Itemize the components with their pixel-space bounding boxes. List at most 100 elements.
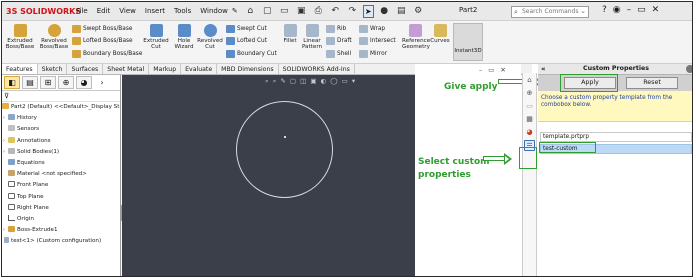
options-gear-icon[interactable]: ⚙ <box>412 5 425 18</box>
pane-options-icon[interactable] <box>686 65 692 73</box>
panel-expand-icon[interactable]: › <box>94 76 110 89</box>
hole-wizard-button[interactable]: Hole Wizard <box>172 24 196 50</box>
tab-surfaces[interactable]: Surfaces <box>67 64 104 74</box>
file-properties-icon[interactable]: ▤ <box>395 5 408 18</box>
expand-icon[interactable]: › <box>3 136 5 147</box>
rebuild-icon[interactable]: ● <box>378 5 391 18</box>
open-icon[interactable]: ▭ <box>278 5 291 18</box>
lofted-boss-button[interactable]: Lofted Boss/Base <box>72 37 133 45</box>
heads-up-view-toolbar[interactable]: ⌕ ⌕ ✎ ▢ ◫ ▣ ◐ ◯ ▭ ▾ <box>265 77 356 86</box>
file-explorer-icon[interactable]: ▭ <box>524 101 535 112</box>
configuration-manager-icon[interactable]: ⊞ <box>40 76 56 89</box>
tab-addins[interactable]: SOLIDWORKS Add-Ins <box>279 64 355 74</box>
linear-pattern-button[interactable]: Linear Pattern <box>301 24 323 50</box>
tree-item-annotations[interactable]: › Annotations <box>2 136 120 147</box>
tab-evaluate[interactable]: Evaluate <box>181 64 218 74</box>
print-icon[interactable]: ⎙ <box>312 5 325 18</box>
tree-root[interactable]: Part2 (Default) <<Default>_Display St <box>2 102 120 113</box>
tree-item-front-plane[interactable]: Front Plane <box>2 180 120 191</box>
new-document-icon[interactable]: ▢ <box>261 5 274 18</box>
resources-icon[interactable]: ⌂ <box>524 75 535 86</box>
expand-icon[interactable]: › <box>3 147 5 158</box>
fillet-button[interactable]: Fillet <box>280 24 300 44</box>
search-dropdown-icon[interactable]: ⌄ <box>580 6 586 16</box>
tree-item-solid-bodies[interactable]: › Solid Bodies(1) <box>2 147 120 158</box>
window-restore-icon[interactable]: ▭ <box>488 66 494 74</box>
custom-properties-panel: « Custom Properties Apply Reset Choose a… <box>538 64 692 276</box>
revolved-boss-button[interactable]: Revolved Boss/Base <box>38 24 70 50</box>
tab-mbd-dimensions[interactable]: MBD Dimensions <box>217 64 279 74</box>
reset-button[interactable]: Reset <box>626 77 678 89</box>
save-icon[interactable]: ▣ <box>295 5 308 18</box>
menu-edit[interactable]: Edit <box>97 7 111 15</box>
menu-tools[interactable]: Tools <box>174 7 191 15</box>
draft-button[interactable]: Draft <box>326 37 352 45</box>
window-minimize-icon[interactable]: – <box>479 66 482 74</box>
tab-sketch[interactable]: Sketch <box>38 64 68 74</box>
reference-geometry-button[interactable]: Reference Geometry <box>402 24 430 50</box>
help-icon[interactable]: ? <box>602 5 607 15</box>
sketch-circle[interactable] <box>236 101 333 198</box>
graphics-viewport[interactable]: ⌕ ⌕ ✎ ▢ ◫ ▣ ◐ ◯ ▭ ▾ <box>122 75 415 276</box>
user-icon[interactable]: ◉ <box>613 5 621 15</box>
swept-boss-button[interactable]: Swept Boss/Base <box>72 25 132 33</box>
equations-icon <box>8 158 15 165</box>
tree-item-boss-extrude1[interactable]: › Boss-Extrude1 <box>2 225 120 236</box>
menu-insert[interactable]: Insert <box>145 7 165 15</box>
tab-sheet-metal[interactable]: Sheet Metal <box>103 64 150 74</box>
tree-item-configuration[interactable]: test<1> (Custom configuration) <box>2 236 120 247</box>
lofted-cut-button[interactable]: Lofted Cut <box>226 37 267 45</box>
wrap-button[interactable]: Wrap <box>359 25 385 33</box>
tree-item-top-plane[interactable]: Top Plane <box>2 192 120 203</box>
shell-button[interactable]: Shell <box>326 50 351 58</box>
rib-button[interactable]: Rib <box>326 25 346 33</box>
undo-icon[interactable]: ↶ <box>329 5 342 18</box>
tree-item-origin[interactable]: Origin <box>2 214 120 225</box>
swept-cut-button[interactable]: Swept Cut <box>226 25 267 33</box>
display-manager-icon[interactable]: ◕ <box>76 76 92 89</box>
select-custom-arrow <box>483 153 513 165</box>
tree-item-sensors[interactable]: Sensors <box>2 124 120 135</box>
search-input[interactable]: Search Commands <box>522 8 578 15</box>
dimxpert-icon[interactable]: ⊕ <box>58 76 74 89</box>
extruded-cut-button[interactable]: Extruded Cut <box>141 24 171 50</box>
annotations-icon <box>8 136 15 143</box>
mirror-button[interactable]: Mirror <box>359 50 387 58</box>
curves-button[interactable]: Curves <box>430 24 450 44</box>
tree-item-material[interactable]: Material <not specified> <box>2 169 120 180</box>
tree-item-equations[interactable]: Equations <box>2 158 120 169</box>
instant3d-button[interactable]: Instant3D <box>453 23 483 61</box>
revolved-cut-button[interactable]: Revolved Cut <box>197 24 223 50</box>
tree-item-right-plane[interactable]: Right Plane <box>2 203 120 214</box>
minimize-icon[interactable]: – <box>627 5 632 15</box>
select-pointer-icon[interactable]: ➤ <box>362 4 374 18</box>
collapse-pane-icon[interactable]: « <box>541 64 546 74</box>
boundary-boss-button[interactable]: Boundary Boss/Base <box>72 50 142 58</box>
extruded-boss-button[interactable]: Extruded Boss/Base <box>4 24 36 50</box>
circle-center-point <box>284 136 286 138</box>
menu-view[interactable]: View <box>119 7 136 15</box>
window-close-icon[interactable]: ✕ <box>500 66 505 74</box>
expand-icon[interactable]: › <box>3 225 5 236</box>
tab-markup[interactable]: Markup <box>149 64 182 74</box>
property-manager-icon[interactable]: ▤ <box>22 76 38 89</box>
view-palette-icon[interactable]: ▦ <box>524 114 535 125</box>
pin-icon[interactable]: ✎ <box>232 7 238 15</box>
menu-file[interactable]: File <box>76 7 88 15</box>
appearances-icon[interactable]: ◕ <box>524 127 535 138</box>
close-icon[interactable]: ✕ <box>652 5 660 15</box>
home-icon[interactable]: ⌂ <box>244 5 257 18</box>
filter-icon[interactable]: ⊽ <box>2 91 120 102</box>
redo-icon[interactable]: ↷ <box>346 5 359 18</box>
tab-features[interactable]: Features <box>2 64 38 74</box>
menu-window[interactable]: Window <box>200 7 228 15</box>
feature-tree-icon[interactable]: ◧ <box>4 76 20 89</box>
design-library-icon[interactable]: ⊕ <box>524 88 535 99</box>
tree-item-history[interactable]: › History <box>2 113 120 124</box>
boundary-cut-button[interactable]: Boundary Cut <box>226 50 277 58</box>
intersect-button[interactable]: Intersect <box>359 37 396 45</box>
expand-icon[interactable]: › <box>3 113 5 124</box>
restore-icon[interactable]: ▭ <box>637 5 646 15</box>
search-commands-box[interactable]: ⌕ Search Commands ⌄ <box>511 6 589 18</box>
template-combobox[interactable]: template.prtprp <box>540 132 692 142</box>
